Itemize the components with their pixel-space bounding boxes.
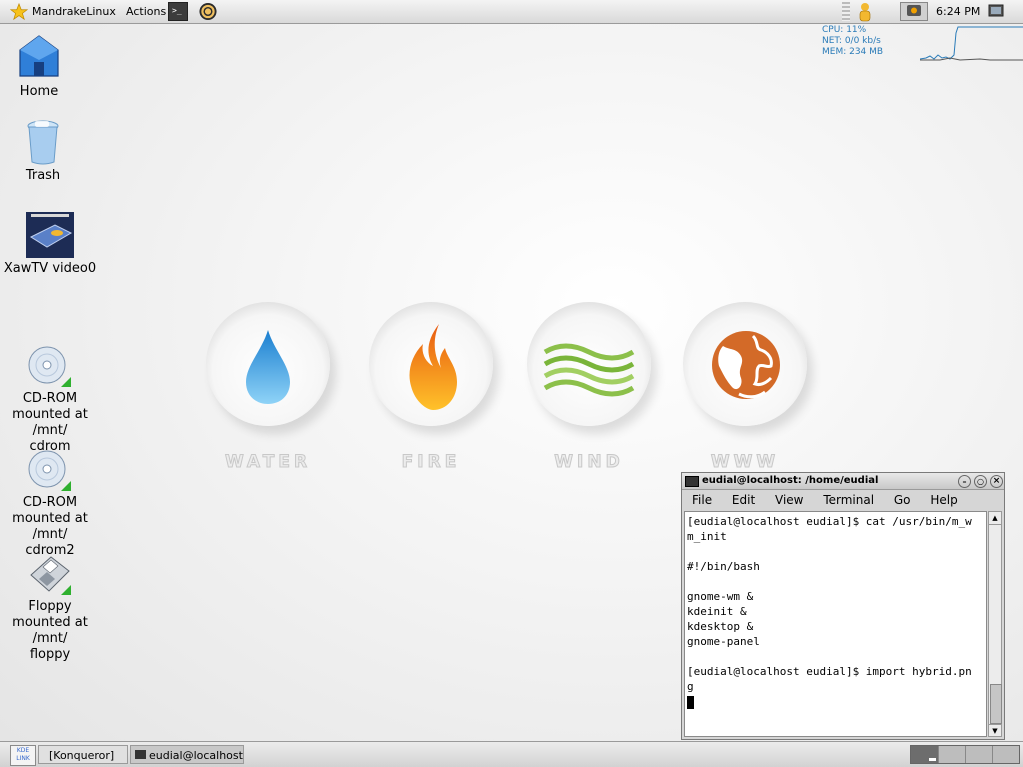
menu-file[interactable]: File bbox=[692, 493, 712, 507]
menu-terminal[interactable]: Terminal bbox=[823, 493, 874, 507]
workspace-1[interactable] bbox=[911, 746, 938, 763]
star-icon bbox=[10, 3, 28, 21]
menu-go[interactable]: Go bbox=[894, 493, 911, 507]
minimize-icon[interactable]: – bbox=[958, 475, 971, 488]
cdrom-icon bbox=[28, 346, 71, 387]
cdrom2-label-2: mounted at /mnt/ bbox=[12, 511, 88, 542]
terminal-cursor bbox=[687, 695, 694, 709]
terminal-window[interactable]: eudial@localhost: /home/eudial – ○ × Fil… bbox=[681, 472, 1005, 740]
fire-label: FIRE bbox=[401, 452, 461, 473]
tv-card-icon bbox=[26, 212, 74, 258]
workspace-4[interactable] bbox=[992, 746, 1020, 763]
terminal-window-icon[interactable] bbox=[685, 476, 699, 487]
wind-waves-icon bbox=[543, 343, 635, 397]
globe-icon bbox=[712, 331, 780, 399]
home-label: Home bbox=[19, 84, 59, 99]
kde-link-icon[interactable]: KDE LINK bbox=[10, 745, 36, 766]
www-emblem: WWW bbox=[679, 302, 811, 473]
cpu-load-graph bbox=[920, 26, 1023, 61]
cdrom-desktop-icon[interactable]: CD-ROM mounted at /mnt/ cdrom bbox=[0, 345, 100, 455]
net-readout: NET: 0/0 kb/s bbox=[822, 36, 881, 46]
workspace-pager[interactable] bbox=[910, 745, 1020, 764]
menu-edit[interactable]: Edit bbox=[732, 493, 755, 507]
terminal-scrollbar[interactable]: ▲ ▼ bbox=[988, 511, 1002, 737]
terminal-title: eudial@localhost: /home/eudial bbox=[702, 475, 879, 486]
task-terminal[interactable]: eudial@localhost: , bbox=[130, 745, 244, 764]
kde-link-line1: KDE bbox=[16, 747, 30, 754]
bottom-taskbar: KDE LINK [Konqueror] eudial@localhost: , bbox=[0, 741, 1023, 767]
actions-menu[interactable]: Actions bbox=[126, 0, 166, 24]
wind-emblem: WIND bbox=[523, 302, 655, 473]
task-terminal-label: eudial@localhost: , bbox=[149, 749, 244, 762]
task-konqueror[interactable]: [Konqueror] bbox=[38, 745, 128, 764]
terminal-launcher-icon[interactable]: >_ bbox=[168, 2, 188, 21]
cdrom2-icon bbox=[28, 450, 71, 491]
water-label: WATER bbox=[224, 452, 312, 473]
top-panel: MandrakeLinux Actions >_ 6:24 PM bbox=[0, 0, 1023, 24]
trash-icon bbox=[27, 120, 59, 165]
trash-desktop-icon[interactable]: Trash bbox=[0, 118, 93, 184]
floppy-icon bbox=[30, 556, 71, 595]
maximize-icon[interactable]: ○ bbox=[974, 475, 987, 488]
xawtv-label: XawTV video0 bbox=[3, 261, 97, 276]
home-desktop-icon[interactable]: Home bbox=[0, 34, 89, 100]
show-desktop-icon[interactable] bbox=[988, 2, 1004, 21]
xawtv-desktop-icon[interactable]: XawTV video0 bbox=[0, 211, 100, 277]
close-icon[interactable]: × bbox=[990, 475, 1003, 488]
workspace-3[interactable] bbox=[965, 746, 993, 763]
menu-help[interactable]: Help bbox=[930, 493, 957, 507]
task-terminal-icon bbox=[135, 750, 146, 759]
trash-label: Trash bbox=[25, 168, 61, 183]
scroll-down-icon[interactable]: ▼ bbox=[989, 724, 1001, 737]
mem-readout: MEM: 234 MB bbox=[822, 47, 884, 57]
screen-lock-icon[interactable] bbox=[900, 2, 928, 21]
user-icon[interactable] bbox=[856, 2, 876, 22]
fire-emblem: FIRE bbox=[365, 302, 497, 473]
floppy-label-3: floppy bbox=[29, 647, 71, 662]
scroll-thumb[interactable] bbox=[990, 684, 1002, 724]
terminal-output[interactable]: [eudial@localhost eudial]$ cat /usr/bin/… bbox=[684, 511, 987, 737]
gnome-foot-icon[interactable] bbox=[198, 2, 218, 21]
water-drop-icon bbox=[246, 330, 290, 404]
cpu-readout: CPU: 11% bbox=[822, 25, 867, 35]
panel-handle[interactable] bbox=[842, 2, 850, 21]
flame-icon bbox=[409, 324, 457, 410]
terminal-menubar: File Edit View Terminal Go Help bbox=[682, 490, 1004, 510]
kde-link-line2: LINK bbox=[16, 755, 30, 762]
floppy-label-1: Floppy bbox=[28, 599, 72, 614]
cdrom2-desktop-icon[interactable]: CD-ROM mounted at /mnt/ cdrom2 bbox=[0, 449, 100, 559]
main-menu-label: MandrakeLinux bbox=[32, 5, 116, 18]
main-menu-button[interactable]: MandrakeLinux bbox=[10, 0, 116, 24]
terminal-text: [eudial@localhost eudial]$ cat /usr/bin/… bbox=[687, 515, 972, 693]
floppy-label-2: mounted at /mnt/ bbox=[12, 615, 88, 646]
menu-view[interactable]: View bbox=[775, 493, 803, 507]
floppy-desktop-icon[interactable]: Floppy mounted at /mnt/ floppy bbox=[0, 553, 100, 663]
www-label: WWW bbox=[710, 452, 780, 473]
wind-label: WIND bbox=[554, 452, 624, 473]
workspace-2[interactable] bbox=[938, 746, 966, 763]
system-monitor: CPU: 11% NET: 0/0 kb/s MEM: 234 MB bbox=[822, 25, 883, 58]
cdrom-label-1: CD-ROM bbox=[22, 391, 78, 406]
home-icon bbox=[19, 35, 59, 77]
clock[interactable]: 6:24 PM bbox=[936, 0, 980, 24]
water-emblem: WATER bbox=[202, 302, 334, 473]
terminal-titlebar[interactable]: eudial@localhost: /home/eudial – ○ × bbox=[682, 473, 1004, 490]
cdrom2-label-1: CD-ROM bbox=[22, 495, 78, 510]
cdrom-label-2: mounted at /mnt/ bbox=[12, 407, 88, 438]
scroll-up-icon[interactable]: ▲ bbox=[989, 512, 1001, 525]
